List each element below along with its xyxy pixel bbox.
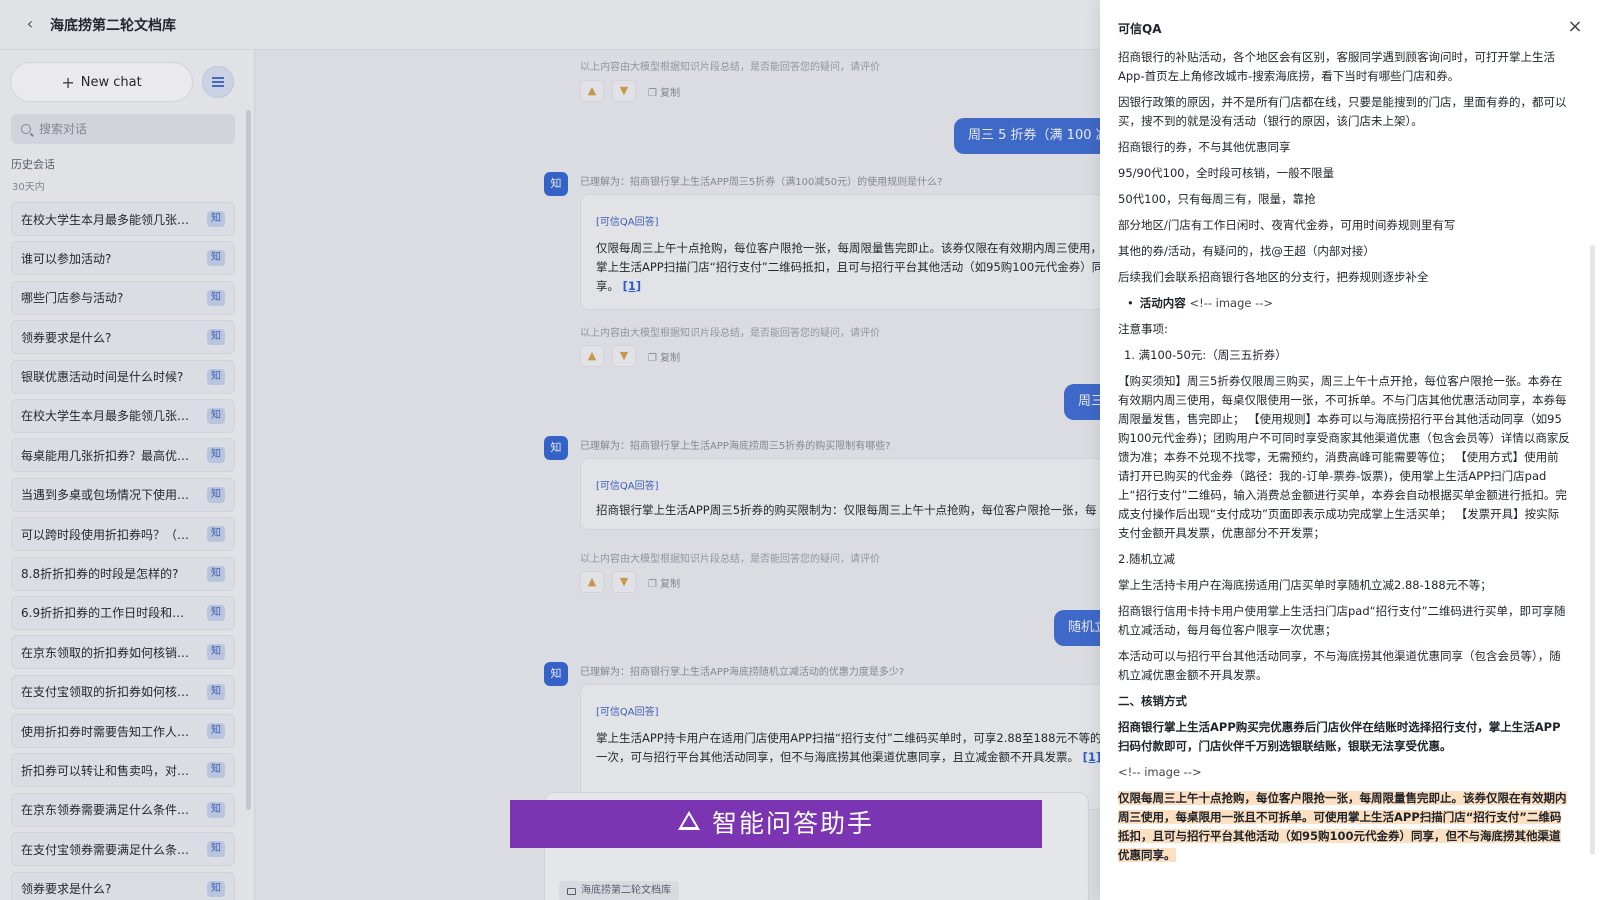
paragraph: 招商银行的券，不与其他优惠同享 [1118, 140, 1291, 154]
drawer-title: 可信QA [1118, 22, 1162, 36]
modal-overlay[interactable] [0, 0, 1110, 900]
list-item: 2.随机立减 [1118, 552, 1175, 566]
section-heading: 二、核销方式 [1118, 694, 1187, 708]
paragraph: 招商银行掌上生活APP购买完优惠券后门店伙伴在结账时选择招行支付，掌上生活APP… [1118, 720, 1561, 753]
paragraph: 其他的券/活动，有疑问的，找@王超（内部对接） [1118, 244, 1375, 258]
paragraph: 后续我们会联系招商银行各地区的分支行，把券规则逐步补全 [1118, 270, 1429, 284]
list-item: 1. 满100-50元:（周三五折券） [1124, 348, 1287, 362]
paragraph: 50代100，只有每周三有，限量，靠抢 [1118, 192, 1316, 206]
paragraph: 【购买须知】周三5折券仅限周三购买，周三上午十点开抢，每位客户限抢一张。本券在有… [1118, 374, 1570, 540]
notice-heading: 注意事项: [1118, 322, 1168, 336]
paragraph: 因银行政策的原因，并不是所有门店都在线，只要是能搜到的门店，里面有券的，都可以买… [1118, 95, 1567, 128]
assistant-banner: 智能问答助手 [510, 800, 1042, 848]
paragraph: 招商银行信用卡持卡用户使用掌上生活扫门店pad“招行支付”二维码进行买单，即可享… [1118, 604, 1566, 637]
paragraph: 招商银行的补贴活动，各个地区会有区别，客服同学遇到顾客询问时，可打开掌上生活Ap… [1118, 50, 1555, 83]
qa-drawer: 可信QA × 招商银行的补贴活动，各个地区会有区别，客服同学遇到顾客询问时，可打… [1100, 0, 1600, 900]
drawer-content: 招商银行的补贴活动，各个地区会有区别，客服同学遇到顾客询问时，可打开掌上生活Ap… [1118, 48, 1570, 900]
bullet-label: 活动内容 [1139, 296, 1186, 310]
banner-text: 智能问答助手 [711, 809, 874, 838]
paragraph: 部分地区/门店有工作日闲时、夜宵代金券，可用时间券规则里有写 [1118, 218, 1456, 232]
warning-triangle-icon [677, 811, 700, 830]
paragraph: 本活动可以与招行平台其他活动同享，不与海底捞其他渠道优惠同享（包含会员等），随机… [1118, 649, 1561, 682]
paragraph: 95/90代100，全时段可核销，一般不限量 [1118, 166, 1335, 180]
close-icon[interactable]: × [1566, 18, 1584, 36]
image-placeholder: <!-- image --> [1189, 296, 1274, 310]
bullet-item: 活动内容 <!-- image --> [1118, 294, 1570, 313]
drawer-header: 可信QA × [1100, 0, 1600, 52]
image-placeholder: <!-- image --> [1118, 765, 1202, 779]
highlighted-answer-source: 仅限每周三上午十点抢购，每位客户限抢一张，每周限量售完即止。该券仅限在有效期内周… [1118, 791, 1567, 862]
drawer-scrollbar[interactable] [1590, 245, 1595, 855]
paragraph: 掌上生活持卡用户在海底捞适用门店买单时享随机立减2.88-188元不等； [1118, 578, 1492, 592]
